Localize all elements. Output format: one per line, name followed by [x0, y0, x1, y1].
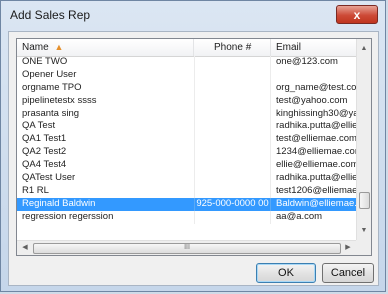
row-name-cell: pipelinetestx ssss [22, 94, 97, 106]
row-phone-cell [194, 146, 271, 160]
scroll-right-icon[interactable]: ▶ [341, 241, 355, 255]
dialog-title: Add Sales Rep [10, 8, 91, 22]
row-email-cell: 1234@elliemae.com [276, 146, 356, 158]
row-email-cell: test@yahoo.com [276, 94, 348, 106]
vertical-scrollbar[interactable]: ▲ ▼ [356, 39, 371, 240]
row-name-cell: QA4 Test4 [22, 159, 67, 171]
row-email-cell: test1206@elliemae.com [276, 184, 356, 196]
row-phone-cell [194, 159, 271, 173]
scroll-down-icon[interactable]: ▼ [357, 223, 371, 238]
row-email-cell: kinghissingh30@yahoo.in [276, 107, 356, 119]
row-phone-cell [194, 94, 271, 108]
scroll-left-icon[interactable]: ◀ [18, 241, 32, 255]
row-name-cell: QA2 Test2 [22, 146, 67, 158]
row-phone-cell: 925-000-0000 00 [194, 197, 271, 211]
table-row[interactable]: R1 RL test1206@elliemae.com [17, 184, 356, 198]
row-phone-cell [194, 68, 271, 82]
title-bar[interactable]: Add Sales Rep x [1, 1, 385, 31]
close-icon: x [353, 7, 361, 22]
row-phone-cell [194, 120, 271, 134]
horizontal-scroll-thumb[interactable]: III [33, 243, 341, 254]
table-row[interactable]: QA1 Test1 test@elliemae.com [17, 133, 356, 147]
row-name-cell: R1 RL [22, 184, 49, 196]
row-phone-cell [194, 56, 271, 69]
column-header-phone[interactable]: Phone # [194, 39, 271, 56]
list-rows: ONE TWO one@123.com Opener User orgname TPO… [17, 56, 356, 224]
row-name-cell: prasanta sing [22, 107, 80, 119]
row-email-cell: org_name@test.com [276, 81, 356, 93]
column-phone-label: Phone # [214, 42, 252, 53]
column-header-name[interactable]: Name ▲ [17, 39, 194, 56]
sales-rep-list[interactable]: Name ▲ Phone # Email ONE TWO one@123.com O… [16, 38, 372, 256]
cancel-button[interactable]: Cancel [322, 263, 374, 283]
scrollbar-corner [356, 240, 371, 255]
table-row[interactable]: pipelinetestx ssss test@yahoo.com [17, 94, 356, 108]
row-phone-cell [194, 81, 271, 95]
table-row[interactable]: QA Test radhika.putta@elliemae.com [17, 120, 356, 134]
row-name-cell: Reginald Baldwin [22, 197, 96, 209]
close-button[interactable]: x [336, 5, 378, 24]
sort-ascending-icon: ▲ [54, 42, 64, 52]
row-name-cell: Opener User [22, 68, 77, 80]
row-email-cell [271, 69, 356, 82]
table-row[interactable]: QATest User radhika.putta@elliemae.com [17, 172, 356, 185]
dialog-body: Name ▲ Phone # Email ONE TWO one@123.com O… [8, 31, 379, 286]
table-row[interactable]: Opener User [17, 68, 356, 82]
row-name-cell: regression regerssion [22, 210, 114, 222]
row-phone-cell [194, 172, 271, 185]
scroll-up-icon[interactable]: ▲ [357, 41, 371, 56]
column-name-label: Name [22, 42, 49, 53]
table-row[interactable]: regression regerssion aa@a.com [17, 210, 356, 224]
column-header-email[interactable]: Email [271, 39, 356, 56]
row-phone-cell [194, 133, 271, 147]
vertical-scroll-thumb[interactable] [359, 192, 370, 209]
row-phone-cell [194, 184, 271, 198]
row-phone-cell [194, 107, 271, 121]
ok-button[interactable]: OK [256, 263, 316, 283]
row-name-cell: QATest User [22, 172, 76, 184]
row-email-cell: aa@a.com [276, 210, 323, 222]
table-row[interactable]: Reginald Baldwin 925-000-0000 00 Baldwin@e… [17, 197, 356, 211]
row-phone-cell [194, 210, 271, 224]
row-email-cell: ellie@elliemae.com [276, 159, 356, 171]
row-email-cell: test@elliemae.com [276, 133, 356, 145]
table-row[interactable]: QA4 Test4 ellie@elliemae.com [17, 159, 356, 173]
scroll-grip-icon: III [184, 244, 190, 251]
row-email-cell: one@123.com [276, 56, 338, 67]
row-email-cell: Baldwin@elliemae.com [276, 197, 356, 209]
table-row[interactable]: prasanta sing kinghissingh30@yahoo.in [17, 107, 356, 121]
table-row[interactable]: ONE TWO one@123.com [17, 56, 356, 69]
add-sales-rep-dialog: Add Sales Rep x Name ▲ Phone # Email ONE… [0, 0, 386, 292]
row-name-cell: QA Test [22, 120, 56, 132]
row-name-cell: QA1 Test1 [22, 133, 67, 145]
column-email-label: Email [276, 42, 302, 53]
row-email-cell: radhika.putta@elliemae.com [276, 172, 356, 184]
table-row[interactable]: QA2 Test2 1234@elliemae.com [17, 146, 356, 160]
row-email-cell: radhika.putta@elliemae.com [276, 120, 356, 132]
row-name-cell: orgname TPO [22, 81, 82, 93]
horizontal-scrollbar[interactable]: ◀ III ▶ [17, 240, 356, 255]
list-header: Name ▲ Phone # Email [17, 39, 356, 57]
table-row[interactable]: orgname TPO org_name@test.com [17, 81, 356, 95]
row-name-cell: ONE TWO [22, 56, 68, 67]
